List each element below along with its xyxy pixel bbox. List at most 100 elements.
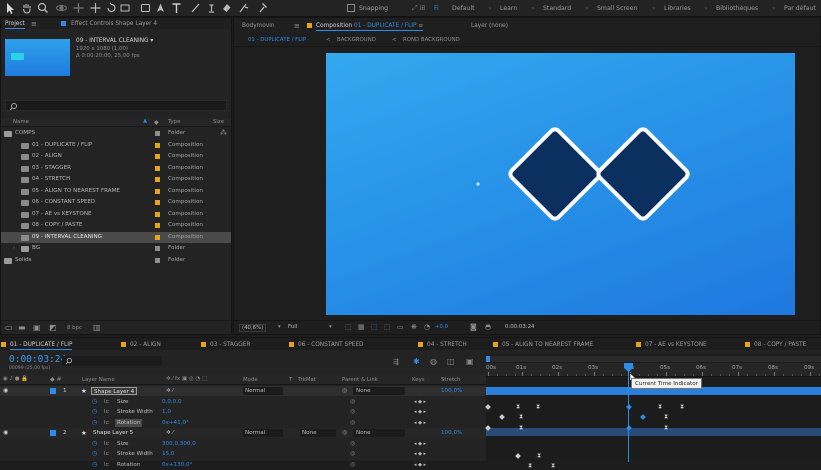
interpret-footage-icon[interactable]: ▭ [5,323,13,332]
trash-icon[interactable]: ▥ [93,323,101,332]
pick-whip-icon[interactable]: ◎ [342,428,347,438]
project-item[interactable]: ›SolidsFolder [1,255,231,266]
project-item[interactable]: 01 - DUPLICATE / FLIP Composition [1,140,231,151]
timeline-tab[interactable]: 07 - AE vs KEYSTONE [645,340,707,350]
roto-brush-icon[interactable] [237,1,250,15]
parent-dropdown[interactable]: None [353,387,405,395]
channel-icon[interactable]: ▭ [397,323,404,331]
property-value[interactable]: 0x+41,0° [162,418,189,428]
property-pick-whip-icon[interactable]: ◎ [350,449,355,459]
project-item[interactable]: 06 - CONSTANT SPEED Composition [1,197,231,208]
layer-name[interactable]: Shape Layer 4 [91,387,138,395]
property-value[interactable]: 1,0 [162,407,171,417]
guides-icon[interactable]: ⬚ [384,323,391,331]
project-item[interactable]: 03 - STAGGER Composition [1,163,231,174]
timeline-tab[interactable]: 03 - STAGGER [210,340,250,350]
property-graph-icon[interactable]: Ⅰ⊏ [104,439,110,449]
workspace-3[interactable]: Small Screen [597,0,637,17]
type-tool-icon[interactable] [170,1,183,15]
tab-menu-icon[interactable]: ≡ [294,21,300,31]
adjust-project-icon[interactable]: ◩ [49,323,57,332]
rotate-tool-icon[interactable] [105,1,118,15]
stretch-value[interactable]: 100,0% [441,428,462,438]
exposure-reset-icon[interactable]: ◔ [424,323,430,331]
project-item[interactable]: 08 - COPY / PASTE Composition [1,220,231,231]
keyframe-easy-ease[interactable]: ⧗ [519,414,523,420]
property-pick-whip-icon[interactable]: ◎ [350,397,355,407]
new-folder-icon[interactable]: ▬ [18,323,26,332]
layer-name[interactable]: Shape Layer 5 [91,429,135,437]
property-graph-icon[interactable]: Ⅰ⊏ [104,407,110,417]
property-row[interactable]: ◷ Ⅰ⊏ Rotation 0x+130,0° ◎ ◂ ◆ ▸ [0,460,486,470]
magnification-arrow-icon[interactable]: ▾ [278,324,281,330]
region-of-interest-icon[interactable]: ⬚ [345,323,352,331]
project-item[interactable]: ▾COMPSFolder [1,128,231,139]
layer-row[interactable]: ◉ 1 ★ Shape Layer 4 ✲ ⁄ Normal ◎ None 100,0% [0,386,486,396]
composition-canvas[interactable] [326,53,795,315]
pen-tool-icon[interactable] [154,1,167,15]
stopwatch-icon[interactable]: ◷ [92,460,97,470]
keyframe-linear[interactable] [485,404,491,410]
breadcrumb-comp-3[interactable]: ROND BACKGROUND [403,37,460,43]
visibility-eye-icon[interactable]: ◉ [3,386,8,396]
property-value[interactable]: 300,0,300,0 [162,439,196,449]
property-pick-whip-icon[interactable]: ◎ [350,407,355,417]
column-layer-name[interactable]: Layer Name [82,377,115,383]
keyframe-easy-ease[interactable]: ⧗ [664,414,668,420]
property-graph-icon[interactable]: Ⅰ⊏ [104,418,110,428]
column-mode[interactable]: Mode [243,377,258,383]
tab-project[interactable]: Project [5,19,25,29]
timeline-graph-area[interactable]: 00s01s02s03s04s05s06s07s08s09s ⧗⧗⧗⧗⧗⧗⧗⧗⧗… [485,354,821,469]
keyframe-easy-ease[interactable]: ⧗ [519,425,523,431]
diamond-right[interactable] [596,127,690,221]
viewer-timecode[interactable]: 0:00:03:24 [505,324,534,330]
project-item[interactable]: 02 - ALIGN Composition [1,151,231,162]
bit-depth-label[interactable]: 8 bpc [67,325,82,331]
property-row[interactable]: ◷ Ⅰ⊏ Stroke Width 15,0 ◎ ◂ ◆ ▸ [0,449,486,459]
layer-label-swatch[interactable] [50,388,56,394]
label-color-swatch[interactable] [155,223,160,228]
label-color-swatch[interactable] [155,165,160,171]
column-parent[interactable]: Parent & Link [342,377,378,383]
workspace-4[interactable]: Libraries [664,0,691,17]
flowchart-icon[interactable]: ⁂ [220,129,227,137]
keyframe-navigator[interactable]: ◂ ◆ ▸ [414,439,426,449]
comp-mini-flowchart-icon[interactable]: ⇶ [393,358,399,366]
project-item[interactable]: › BG Folder [1,243,231,254]
keyframe-navigator[interactable]: ◂ ◆ ▸ [414,407,426,417]
keyframe-navigator[interactable]: ◂ ◆ ▸ [414,397,426,407]
project-item[interactable]: 09 - INTERVAL CLEANING Composition [1,231,231,243]
eraser-tool-icon[interactable] [220,1,233,15]
timeline-tab[interactable]: 06 - CONSTANT SPEED [298,340,364,350]
label-color-swatch[interactable] [155,177,160,182]
column-keys[interactable]: Keys [412,377,425,383]
breadcrumb-comp-2[interactable]: BACKGROUND [337,37,376,43]
keyframe-easy-ease[interactable]: ⧗ [680,404,684,410]
move-tool-icon[interactable] [89,1,102,15]
zoom-tool-icon[interactable] [36,1,49,15]
keyframe-easy-ease[interactable]: ⧗ [536,404,540,410]
hide-shy-icon[interactable]: ◍ [430,357,437,366]
expand-twirl-icon[interactable]: › [13,243,15,254]
property-graph-icon[interactable]: Ⅰ⊏ [104,449,110,459]
label-color-swatch[interactable] [155,211,160,217]
draft-3d-icon[interactable]: ✱ [413,357,420,366]
label-color-swatch[interactable] [155,154,160,159]
exposure-value[interactable]: +0,0 [435,324,448,330]
tab-effect-controls[interactable]: Effect Controls Shape Layer 4 [71,19,157,29]
pan-behind-icon[interactable] [72,1,85,15]
property-value[interactable]: 0,0,0,0 [162,397,182,407]
label-header-icon[interactable]: ◆ # [50,376,62,383]
layer-switches[interactable]: ✲ ⁄ [166,386,173,396]
keyframe-navigator[interactable]: ◂ ◆ ▸ [414,460,426,470]
frame-blending-icon[interactable]: ◫ [447,357,455,366]
property-pick-whip-icon[interactable]: ◎ [350,418,355,428]
stopwatch-icon[interactable]: ◷ [92,449,97,459]
panel-menu-icon[interactable]: ≡ [31,19,37,29]
layer-row[interactable]: ◉ 2 ★ Shape Layer 5 ✲ ⁄ Normal None ◎ None 100,0% [0,428,486,438]
workspace-6[interactable]: Par défaut [784,0,816,17]
snap-options-icon[interactable]: ⤢ ⊞ [412,0,426,17]
trkmat-dropdown[interactable]: None [300,429,336,437]
magnification-dropdown[interactable]: (40,6%) [239,324,267,332]
property-value[interactable]: 0x+130,0° [162,460,192,470]
